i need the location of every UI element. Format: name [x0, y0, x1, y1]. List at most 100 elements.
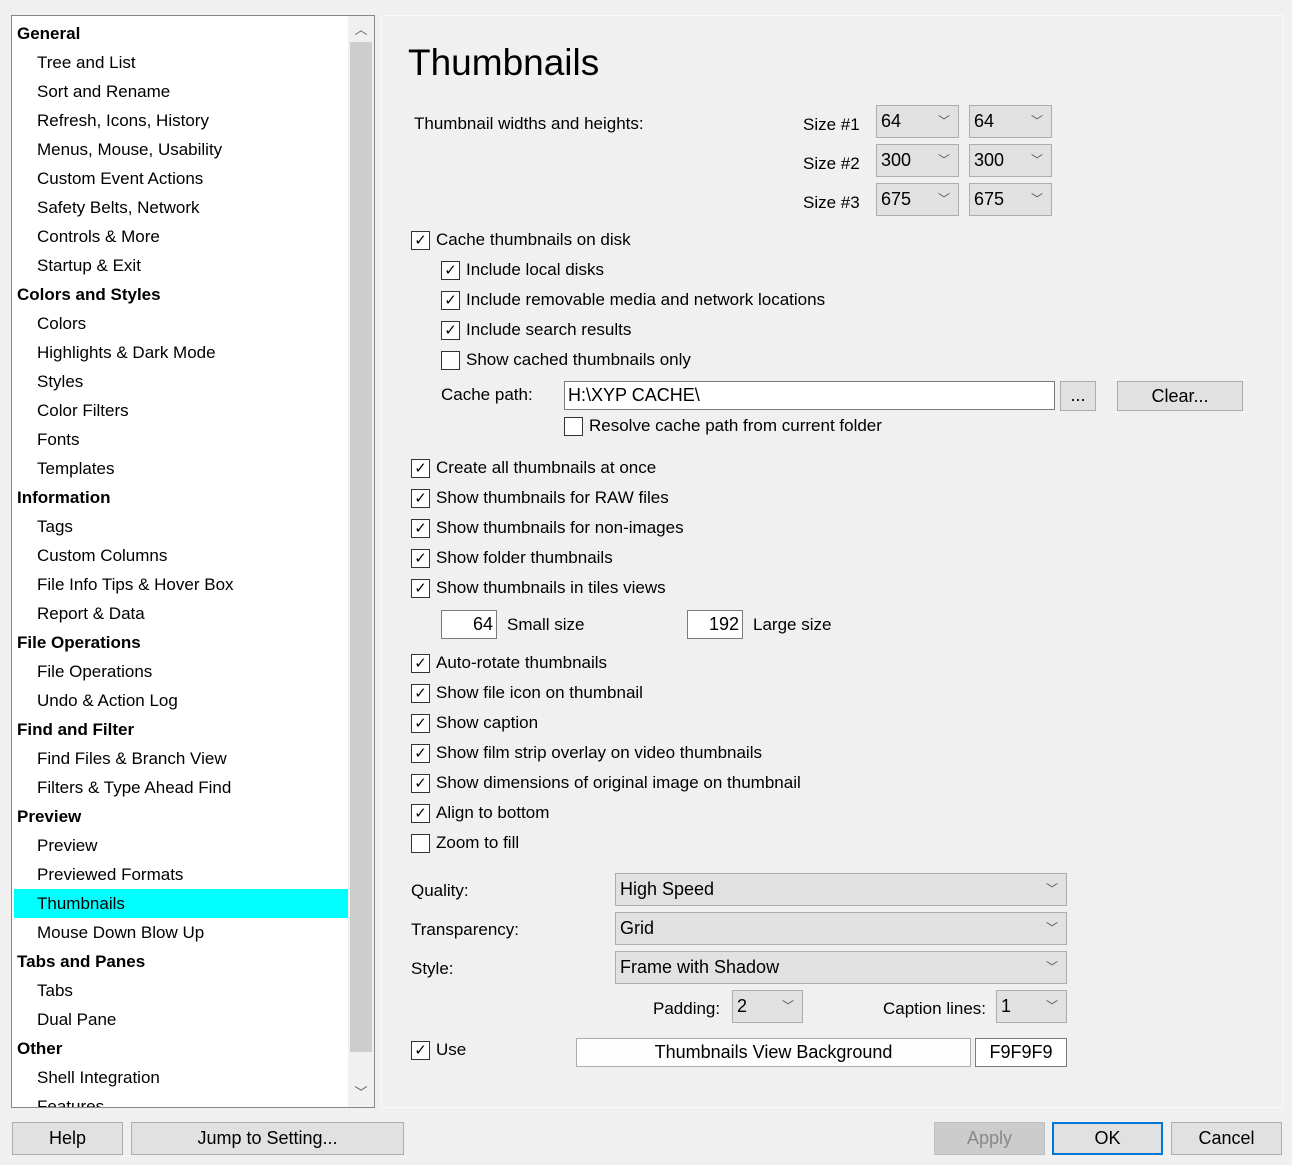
size-width-select[interactable]: 64 ﹀ — [876, 105, 959, 138]
checkbox-label[interactable]: Align to bottom — [436, 803, 549, 823]
checkbox[interactable]: ✓ — [411, 459, 430, 478]
scroll-up-icon[interactable]: ︿ — [348, 18, 374, 42]
checkbox-label[interactable]: Include removable media and network loca… — [466, 290, 825, 310]
tree-item[interactable]: Colors — [14, 309, 348, 338]
size-width-select[interactable]: 675 ﹀ — [876, 183, 959, 216]
tree-item[interactable]: Styles — [14, 367, 348, 396]
tree-item[interactable]: Shell Integration — [14, 1063, 348, 1092]
checkbox[interactable]: ✓ — [411, 654, 430, 673]
size-height-select[interactable]: 300 ﹀ — [969, 144, 1052, 177]
tree-scrollbar[interactable]: ︿ ﹀ — [348, 16, 374, 1107]
tree-item[interactable]: Startup & Exit — [14, 251, 348, 280]
checkbox[interactable]: ✓ — [411, 744, 430, 763]
apply-button[interactable]: Apply — [934, 1122, 1045, 1155]
tree-item[interactable]: Refresh, Icons, History — [14, 106, 348, 135]
browse-button[interactable]: ... — [1060, 381, 1096, 411]
checkbox[interactable]: ✓ — [411, 684, 430, 703]
tree-item[interactable]: Mouse Down Blow Up — [14, 918, 348, 947]
checkbox[interactable]: ✓ — [441, 291, 460, 310]
jump-to-setting-button[interactable]: Jump to Setting... — [131, 1122, 404, 1155]
checkbox[interactable]: ✓ — [411, 519, 430, 538]
tree-item[interactable]: Fonts — [14, 425, 348, 454]
checkbox[interactable] — [411, 834, 430, 853]
tree-category[interactable]: Find and Filter — [14, 715, 348, 744]
tree-item[interactable]: Custom Event Actions — [14, 164, 348, 193]
checkbox[interactable]: ✓ — [411, 489, 430, 508]
caption-lines-select[interactable]: 1 ﹀ — [996, 990, 1067, 1023]
tree-category[interactable]: Preview — [14, 802, 348, 831]
checkbox-label[interactable]: Show caption — [436, 713, 538, 733]
clear-cache-button[interactable]: Clear... — [1117, 381, 1243, 411]
tree-item[interactable]: Thumbnails — [14, 889, 348, 918]
tree-item[interactable]: Highlights & Dark Mode — [14, 338, 348, 367]
size-height-select[interactable]: 675 ﹀ — [969, 183, 1052, 216]
checkbox[interactable] — [564, 417, 583, 436]
size-width-select[interactable]: 300 ﹀ — [876, 144, 959, 177]
tree-item[interactable]: Undo & Action Log — [14, 686, 348, 715]
checkbox-label[interactable]: Include search results — [466, 320, 631, 340]
tree-category[interactable]: Other — [14, 1034, 348, 1063]
tree-item[interactable]: Preview — [14, 831, 348, 860]
size-height-select[interactable]: 64 ﹀ — [969, 105, 1052, 138]
checkbox-label[interactable]: Cache thumbnails on disk — [436, 230, 631, 250]
checkbox[interactable]: ✓ — [411, 804, 430, 823]
checkbox-label[interactable]: Auto-rotate thumbnails — [436, 653, 607, 673]
tree-item[interactable]: Sort and Rename — [14, 77, 348, 106]
background-color-input[interactable]: F9F9F9 — [975, 1038, 1067, 1067]
tree-item[interactable]: File Operations — [14, 657, 348, 686]
tree-item[interactable]: File Info Tips & Hover Box — [14, 570, 348, 599]
tree-item[interactable]: Tabs — [14, 976, 348, 1005]
checkbox-label[interactable]: Show file icon on thumbnail — [436, 683, 643, 703]
scrollbar-thumb[interactable] — [350, 42, 372, 1052]
tree-item[interactable]: Find Files & Branch View — [14, 744, 348, 773]
checkbox[interactable]: ✓ — [411, 774, 430, 793]
checkbox-label[interactable]: Show film strip overlay on video thumbna… — [436, 743, 762, 763]
tree-category[interactable]: Tabs and Panes — [14, 947, 348, 976]
scroll-down-icon[interactable]: ﹀ — [348, 1081, 374, 1105]
settings-tree[interactable]: General Tree and List Sort and Rename Refre… — [11, 15, 375, 1108]
small-size-input[interactable]: 64 — [441, 610, 497, 639]
checkbox-label[interactable]: Show thumbnails for non-images — [436, 518, 684, 538]
checkbox-label[interactable]: Show dimensions of original image on thu… — [436, 773, 801, 793]
checkbox-label[interactable]: Show thumbnails for RAW files — [436, 488, 669, 508]
tree-item[interactable]: Report & Data — [14, 599, 348, 628]
tree-item[interactable]: Dual Pane — [14, 1005, 348, 1034]
checkbox[interactable]: ✓ — [441, 261, 460, 280]
checkbox[interactable]: ✓ — [441, 321, 460, 340]
checkbox[interactable]: ✓ — [411, 549, 430, 568]
checkbox-label[interactable]: Show folder thumbnails — [436, 548, 613, 568]
tree-item[interactable]: Previewed Formats — [14, 860, 348, 889]
quality-select[interactable]: High Speed ﹀ — [615, 873, 1067, 906]
tree-item[interactable]: Menus, Mouse, Usability — [14, 135, 348, 164]
background-color-button[interactable]: Thumbnails View Background — [576, 1038, 971, 1067]
tree-category[interactable]: Information — [14, 483, 348, 512]
tree-item[interactable]: Color Filters — [14, 396, 348, 425]
tree-item[interactable]: Custom Columns — [14, 541, 348, 570]
large-size-input[interactable]: 192 — [687, 610, 743, 639]
checkbox[interactable]: ✓ — [411, 579, 430, 598]
checkbox-label[interactable]: Zoom to fill — [436, 833, 519, 853]
checkbox-label[interactable]: Show cached thumbnails only — [466, 350, 691, 370]
checkbox[interactable]: ✓ — [411, 231, 430, 250]
tree-item[interactable]: Tree and List — [14, 48, 348, 77]
padding-select[interactable]: 2 ﹀ — [732, 990, 803, 1023]
ok-button[interactable]: OK — [1052, 1122, 1163, 1155]
checkbox-label[interactable]: Show thumbnails in tiles views — [436, 578, 666, 598]
checkbox-label[interactable]: Resolve cache path from current folder — [589, 416, 882, 436]
tree-category[interactable]: General — [14, 19, 348, 48]
tree-category[interactable]: Colors and Styles — [14, 280, 348, 309]
style-select[interactable]: Frame with Shadow ﹀ — [615, 951, 1067, 984]
cancel-button[interactable]: Cancel — [1171, 1122, 1282, 1155]
checkbox-label[interactable]: Use — [436, 1040, 466, 1060]
tree-item[interactable]: Controls & More — [14, 222, 348, 251]
tree-item[interactable]: Filters & Type Ahead Find — [14, 773, 348, 802]
cache-path-input[interactable]: H:\XYP CACHE\ — [564, 381, 1055, 410]
tree-item[interactable]: Templates — [14, 454, 348, 483]
checkbox[interactable]: ✓ — [411, 1041, 430, 1060]
tree-item[interactable]: Tags — [14, 512, 348, 541]
checkbox-label[interactable]: Create all thumbnails at once — [436, 458, 656, 478]
transparency-select[interactable]: Grid ﹀ — [615, 912, 1067, 945]
checkbox-label[interactable]: Include local disks — [466, 260, 604, 280]
tree-item[interactable]: Safety Belts, Network — [14, 193, 348, 222]
tree-item[interactable]: Features — [14, 1092, 348, 1107]
